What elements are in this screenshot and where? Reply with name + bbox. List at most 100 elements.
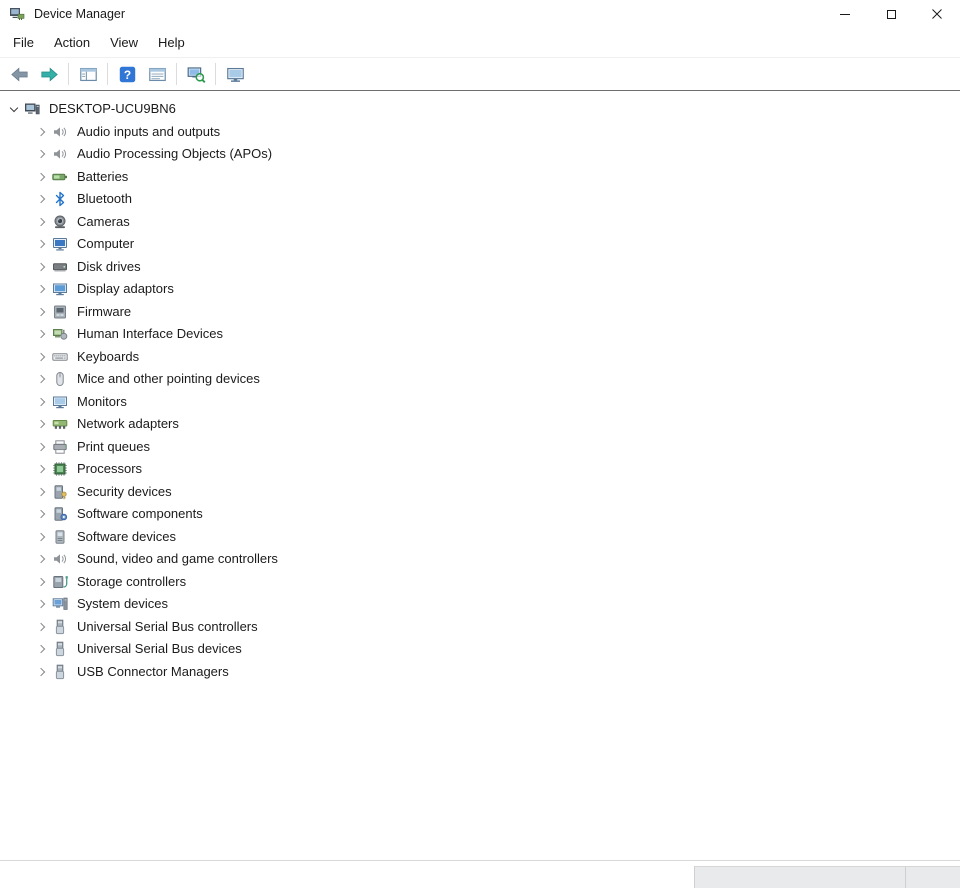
maximize-icon xyxy=(887,10,896,19)
tree-item[interactable]: Disk drives xyxy=(0,256,960,279)
tree-item-label: System devices xyxy=(77,596,168,612)
tree-item[interactable]: Network adapters xyxy=(0,413,960,436)
usb-icon xyxy=(52,619,68,635)
chevron-right-icon[interactable] xyxy=(32,549,52,569)
tree-item-label: Storage controllers xyxy=(77,574,186,590)
bottom-panel-right xyxy=(905,866,960,888)
bottom-strip xyxy=(0,866,960,888)
tree-item[interactable]: Firmware xyxy=(0,301,960,324)
storage-controller-icon xyxy=(52,574,68,590)
chevron-right-icon[interactable] xyxy=(32,482,52,502)
tree-item-label: Software devices xyxy=(77,529,176,545)
chevron-right-icon[interactable] xyxy=(32,144,52,164)
minimize-button[interactable] xyxy=(822,0,868,28)
tree-item[interactable]: Keyboards xyxy=(0,346,960,369)
tree-item[interactable]: Sound, video and game controllers xyxy=(0,548,960,571)
speaker-icon xyxy=(52,551,68,567)
chevron-right-icon[interactable] xyxy=(32,617,52,637)
chevron-right-icon[interactable] xyxy=(32,414,52,434)
help-icon: ? xyxy=(118,65,137,84)
tree-item[interactable]: Batteries xyxy=(0,166,960,189)
security-device-icon xyxy=(52,484,68,500)
chevron-right-icon[interactable] xyxy=(32,122,52,142)
console-tree-icon xyxy=(79,65,98,84)
chevron-right-icon[interactable] xyxy=(32,572,52,592)
chevron-right-icon[interactable] xyxy=(32,504,52,524)
menu-file[interactable]: File xyxy=(3,31,44,54)
show-console-tree-button[interactable] xyxy=(73,60,103,88)
tree-item[interactable]: Computer xyxy=(0,233,960,256)
monitor-icon xyxy=(52,394,68,410)
chevron-right-icon[interactable] xyxy=(32,257,52,277)
tree-item[interactable]: Mice and other pointing devices xyxy=(0,368,960,391)
tree-item-label: Mice and other pointing devices xyxy=(77,371,260,387)
help-button[interactable]: ? xyxy=(112,60,142,88)
tree-item[interactable]: Universal Serial Bus controllers xyxy=(0,616,960,639)
tree-item[interactable]: USB Connector Managers xyxy=(0,661,960,684)
window-title: Device Manager xyxy=(34,7,125,21)
chevron-right-icon[interactable] xyxy=(32,369,52,389)
chevron-right-icon[interactable] xyxy=(32,459,52,479)
chevron-right-icon[interactable] xyxy=(32,302,52,322)
software-component-icon xyxy=(52,506,68,522)
tree-root[interactable]: DESKTOP-UCU9BN6 xyxy=(0,98,960,121)
tree-item-label: USB Connector Managers xyxy=(77,664,229,680)
toolbar-separator xyxy=(176,63,177,85)
forward-button[interactable] xyxy=(34,60,64,88)
chevron-right-icon[interactable] xyxy=(32,662,52,682)
legacy-hardware-button[interactable] xyxy=(220,60,250,88)
chevron-right-icon[interactable] xyxy=(32,279,52,299)
mouse-icon xyxy=(52,371,68,387)
tree-item[interactable]: Software components xyxy=(0,503,960,526)
tree-item-label: Software components xyxy=(77,506,203,522)
tree-item[interactable]: Software devices xyxy=(0,526,960,549)
processor-icon xyxy=(52,461,68,477)
maximize-button[interactable] xyxy=(868,0,914,28)
back-button[interactable] xyxy=(4,60,34,88)
chevron-right-icon[interactable] xyxy=(32,189,52,209)
tree-item[interactable]: Audio Processing Objects (APOs) xyxy=(0,143,960,166)
chevron-right-icon[interactable] xyxy=(32,639,52,659)
tree-item[interactable]: Storage controllers xyxy=(0,571,960,594)
menu-help[interactable]: Help xyxy=(148,31,195,54)
tree-item[interactable]: Bluetooth xyxy=(0,188,960,211)
device-tree-children: Audio inputs and outputsAudio Processing… xyxy=(0,121,960,684)
chevron-right-icon[interactable] xyxy=(32,234,52,254)
tree-item[interactable]: Human Interface Devices xyxy=(0,323,960,346)
chevron-right-icon[interactable] xyxy=(32,167,52,187)
chevron-right-icon[interactable] xyxy=(32,347,52,367)
tree-item-label: Processors xyxy=(77,461,142,477)
menu-view[interactable]: View xyxy=(100,31,148,54)
menu-action[interactable]: Action xyxy=(44,31,100,54)
chevron-right-icon[interactable] xyxy=(32,594,52,614)
bottom-panel-left xyxy=(694,866,905,888)
usb-icon xyxy=(52,664,68,680)
tree-item[interactable]: Security devices xyxy=(0,481,960,504)
tree-item[interactable]: Processors xyxy=(0,458,960,481)
tree-item-label: Human Interface Devices xyxy=(77,326,223,342)
chevron-right-icon[interactable] xyxy=(32,324,52,344)
tree-item[interactable]: Audio inputs and outputs xyxy=(0,121,960,144)
properties-icon xyxy=(148,65,167,84)
tree-item-label: Keyboards xyxy=(77,349,139,365)
tree-item-label: Batteries xyxy=(77,169,128,185)
tree-item-label: Sound, video and game controllers xyxy=(77,551,278,567)
tree-root-label: DESKTOP-UCU9BN6 xyxy=(49,101,176,117)
tree-item[interactable]: Monitors xyxy=(0,391,960,414)
chevron-right-icon[interactable] xyxy=(32,392,52,412)
properties-button[interactable] xyxy=(142,60,172,88)
tree-item[interactable]: Display adaptors xyxy=(0,278,960,301)
chevron-right-icon[interactable] xyxy=(32,437,52,457)
chevron-right-icon[interactable] xyxy=(32,212,52,232)
tree-item[interactable]: Print queues xyxy=(0,436,960,459)
battery-icon xyxy=(52,169,68,185)
tree-item[interactable]: Cameras xyxy=(0,211,960,234)
chevron-down-icon[interactable] xyxy=(4,99,24,119)
bottom-divider xyxy=(0,860,960,861)
close-button[interactable] xyxy=(914,0,960,28)
chevron-right-icon[interactable] xyxy=(32,527,52,547)
scan-hardware-changes-button[interactable] xyxy=(181,60,211,88)
tree-item-label: Universal Serial Bus controllers xyxy=(77,619,258,635)
tree-item[interactable]: System devices xyxy=(0,593,960,616)
tree-item[interactable]: Universal Serial Bus devices xyxy=(0,638,960,661)
